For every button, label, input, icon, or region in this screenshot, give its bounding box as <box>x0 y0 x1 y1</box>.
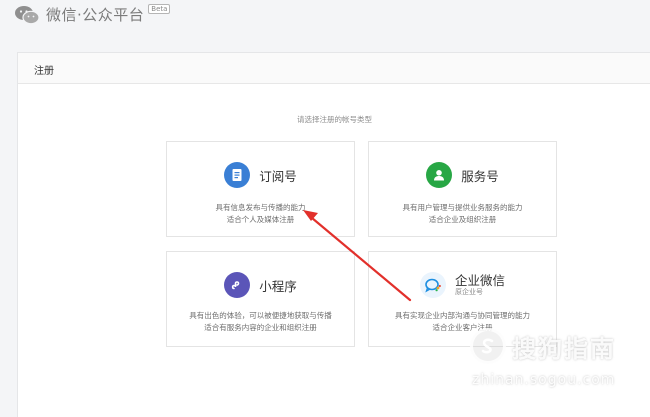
watermark-text: 搜狗指南 <box>512 334 616 363</box>
watermark-url: zhinan.sogou.com <box>472 372 616 388</box>
sogou-logo-icon <box>470 328 506 364</box>
watermark: 搜狗指南 <box>470 328 616 364</box>
